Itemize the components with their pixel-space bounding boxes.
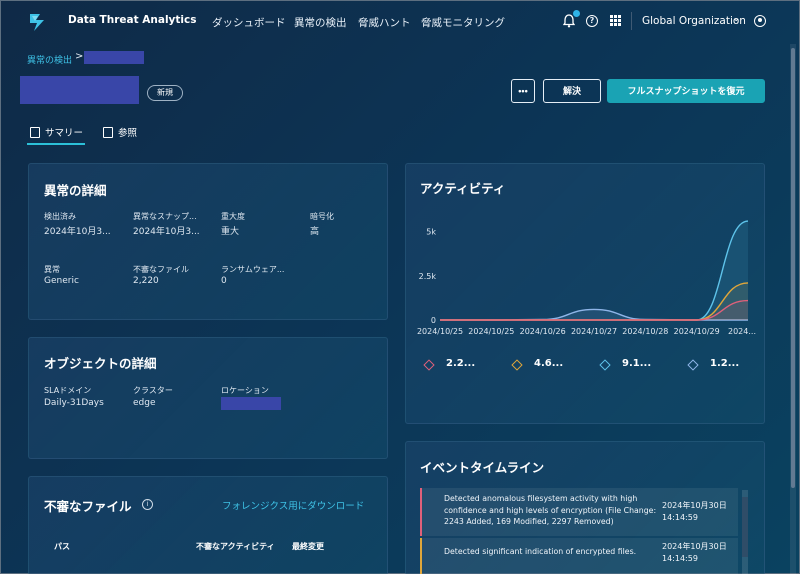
field-label: ロケーション [221, 386, 269, 395]
top-nav: Data Threat Analytics ダッシュボード 異常の検出 脅威ハン… [0, 0, 800, 42]
object-details-title: オブジェクトの詳細 [44, 356, 157, 371]
organization-selector[interactable]: Global Organization [642, 15, 746, 27]
legend-value[interactable]: 4.6... [534, 358, 563, 369]
x-tick-label: 2024/10/25 [468, 327, 514, 336]
field-label: ランサムウェア... [221, 265, 285, 274]
x-tick-label: 2024... [728, 327, 756, 336]
resolve-button[interactable]: 解決 [543, 79, 601, 103]
user-avatar-icon[interactable] [754, 15, 766, 27]
more-actions-button[interactable]: ••• [511, 79, 535, 103]
legend-value[interactable]: 9.1... [622, 358, 651, 369]
field-label: 重大度 [221, 212, 245, 221]
field-value: Generic [44, 276, 79, 286]
chevron-down-icon[interactable]: ⌄ [732, 13, 740, 24]
app-title: Data Threat Analytics [68, 14, 197, 26]
x-tick-label: 2024/10/28 [622, 327, 668, 336]
column-header-modified[interactable]: 最終変更 [292, 541, 324, 552]
timeline-scroll-thumb[interactable] [742, 497, 748, 557]
status-badge: 新規 [147, 85, 183, 101]
event-timeline-title: イベントタイムライン [420, 460, 545, 475]
tab-summary[interactable]: サマリー [30, 125, 83, 139]
x-tick-label: 2024/10/29 [674, 327, 720, 336]
nav-divider [631, 12, 632, 30]
forensics-download-link[interactable]: フォレンジクス用にダウンロード [222, 498, 364, 512]
timeline-event-date: 2024年10月30日 [662, 542, 727, 551]
timeline-event-date: 2024年10月30日 [662, 501, 727, 510]
y-tick-label: 2.5k [419, 272, 437, 281]
field-value: 0 [221, 276, 227, 286]
series-area-0 [440, 221, 748, 320]
tab-reference[interactable]: 参照 [103, 125, 137, 139]
field-label: 不審なファイル [133, 265, 189, 274]
nav-threat-hunt[interactable]: 脅威ハント [358, 15, 411, 30]
field-value: 2024年10月3... [44, 227, 111, 237]
column-header-path[interactable]: パス [54, 541, 70, 552]
y-tick-label: 0 [431, 316, 436, 325]
x-tick-label: 2024/10/26 [520, 327, 566, 336]
app-logo-icon [30, 14, 44, 31]
info-icon[interactable]: i [142, 499, 153, 510]
x-tick-label: 2024/10/25 [417, 327, 463, 336]
field-value: 2024年10月3... [133, 227, 200, 237]
page-title-redacted [20, 76, 139, 104]
timeline-event-time: 14:14:59 [662, 554, 698, 563]
breadcrumb-parent[interactable]: 異常の検出 [27, 53, 72, 66]
field-label: 異常 [44, 265, 60, 274]
nav-dashboard[interactable]: ダッシュボード [212, 15, 286, 30]
notification-dot [573, 10, 580, 17]
tab-reference-label: 参照 [118, 128, 138, 139]
field-label: SLAドメイン [44, 386, 92, 395]
timeline-event-text: Detected anomalous filesystem activity w… [444, 494, 657, 526]
field-label: 異常なスナップ... [133, 212, 197, 221]
column-header-activity[interactable]: 不審なアクティビティ [196, 541, 275, 552]
field-value: edge [133, 398, 156, 408]
x-tick-label: 2024/10/27 [571, 327, 617, 336]
restore-snapshot-button[interactable]: フルスナップショットを復元 [607, 79, 765, 103]
nav-threat-monitoring[interactable]: 脅威モニタリング [421, 15, 505, 30]
field-value: 高 [310, 227, 320, 237]
severity-bar [420, 538, 422, 574]
document-search-icon [103, 127, 113, 138]
activity-title: アクティビティ [420, 181, 506, 196]
timeline-event-text: Detected significant indication of encry… [444, 547, 637, 556]
breadcrumb-separator: > [75, 51, 84, 62]
tab-summary-label: サマリー [45, 128, 84, 139]
field-value: 重大 [221, 227, 240, 237]
series-line-0[interactable] [440, 220, 749, 321]
field-label: 検出済み [44, 212, 76, 221]
suspicious-files-card [28, 476, 388, 574]
severity-bar [420, 488, 422, 536]
list-icon [30, 127, 40, 138]
field-label: 暗号化 [310, 212, 334, 221]
app-grid-icon[interactable] [610, 15, 621, 26]
page-scroll-thumb[interactable] [791, 48, 795, 488]
field-value: Daily-31Days [44, 398, 104, 408]
suspicious-files-title: 不審なファイル [44, 499, 132, 514]
active-tab-indicator [27, 143, 85, 145]
anomaly-details-title: 異常の詳細 [44, 183, 107, 198]
legend-value[interactable]: 1.2... [710, 358, 739, 369]
legend-value[interactable]: 2.2... [446, 358, 475, 369]
field-label: クラスター [133, 386, 173, 395]
field-value: 2,220 [133, 276, 159, 286]
y-tick-label: 5k [426, 228, 436, 237]
breadcrumb-current-redacted [84, 51, 144, 64]
help-icon[interactable]: ? [586, 15, 598, 27]
activity-chart: 0 2.5k 5k 2024/10/25 2024/10/25 2024/10/26 202… [417, 220, 756, 336]
timeline-event-time: 14:14:59 [662, 513, 698, 522]
location-value-redacted [221, 397, 281, 410]
nav-anomaly-detection[interactable]: 異常の検出 [294, 15, 347, 30]
